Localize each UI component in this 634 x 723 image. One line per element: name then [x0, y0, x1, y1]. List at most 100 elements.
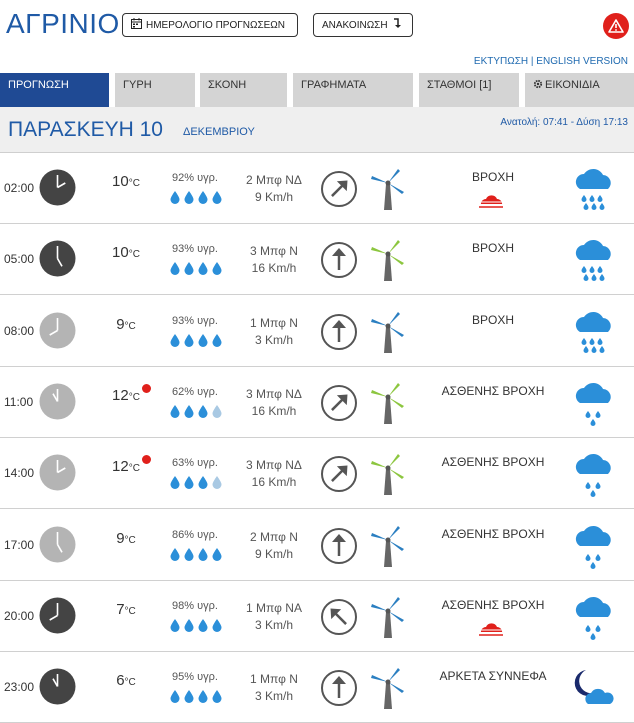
city-title: ΑΓΡΙΝΙΟ: [6, 8, 120, 39]
humidity-drops: [168, 190, 224, 204]
forecast-row: 14:00 12°C 63% υγρ. 3 Μπφ ΝΔ 16 Km/h ΑΣΘΕ…: [0, 438, 634, 510]
humidity-drop-icon: [211, 547, 223, 561]
temperature-unit: °C: [128, 178, 140, 189]
link-separator: |: [530, 56, 534, 67]
forecast-row: 20:00 7°C 98% υγρ. 1 Μπφ ΝΑ 3 Km/h ΑΣΘΕΝΗ…: [0, 581, 634, 652]
announcement-button-label: ΑΝΑΚΟΙΝΩΣΗ: [322, 19, 388, 31]
humidity: 63% υγρ.: [163, 457, 227, 469]
humidity-value: 95: [172, 671, 185, 684]
wind-beaufort: 3 Μπφ ΝΔ: [246, 386, 302, 401]
tab-pollen[interactable]: ΓΥΡΗ: [115, 73, 195, 107]
humidity-value: 98: [172, 599, 185, 612]
humidity-drop-icon: [183, 689, 195, 704]
forecast-calendar-button[interactable]: ΗΜΕΡΟΛΟΓΙΟ ΠΡΟΓΝΩΣΕΩΝ: [122, 13, 298, 37]
temperature-unit: °C: [124, 320, 136, 332]
wind: 3 Μπφ ΝΔ 16 Km/h: [232, 386, 316, 420]
humidity-drop-icon: [169, 689, 181, 704]
tab-stations[interactable]: ΣΤΑΘΜΟΙ [1]: [419, 73, 519, 107]
temperature-unit: °C: [128, 249, 140, 261]
humidity-drop-icon: [169, 333, 181, 347]
humidity-drop-icon: [197, 261, 209, 276]
humidity: 98% υγρ.: [163, 600, 227, 612]
temperature: 10°C: [96, 244, 156, 261]
wind: 3 Μπφ ΝΔ 16 Km/h: [232, 457, 316, 491]
tab-icons[interactable]: ΕΙΚΟΝΙΔΙΑ: [525, 73, 634, 107]
humidity-drops: [168, 404, 224, 418]
humidity-drops: [168, 618, 224, 632]
humidity-drop-icon: [183, 618, 195, 632]
temperature-value: 12: [112, 386, 129, 404]
humidity-drop-icon: [183, 404, 195, 418]
humidity-drops: [168, 475, 224, 490]
wind-direction-arrow-icon: [320, 669, 358, 707]
tab-dust[interactable]: ΣΚΟΝΗ: [200, 73, 287, 107]
humidity-value: 62: [172, 385, 185, 398]
wind-direction-arrow-icon: [320, 527, 358, 565]
fog-warning-icon: [477, 623, 505, 637]
humidity-drops: [168, 547, 224, 561]
humidity-drop-icon: [211, 333, 223, 347]
clock-icon: [39, 169, 76, 206]
wind-speed: 3 Km/h: [254, 689, 293, 704]
english-version-link[interactable]: ENGLISH VERSION: [536, 56, 628, 67]
temperature-value: 9: [116, 529, 125, 547]
temperature-alert-dot: [142, 383, 151, 393]
humidity-drop-icon: [211, 261, 223, 276]
humidity-drop-icon: [211, 689, 223, 704]
day-header: ΠΑΡΑΣΚΕΥΗ 10 ΔΕΚΕΜΒΡΙΟΥ Ανατολή: 07:41 -…: [0, 107, 634, 153]
wind-beaufort: 1 Μπφ Ν: [250, 315, 298, 330]
calendar-button-label: ΗΜΕΡΟΛΟΓΙΟ ΠΡΟΓΝΩΣΕΩΝ: [146, 19, 286, 31]
wind-beaufort: 2 Μπφ ΝΔ: [246, 173, 302, 187]
humidity: 92% υγρ.: [163, 172, 227, 184]
humidity-drops: [168, 689, 224, 704]
humidity-drop-icon: [197, 547, 209, 561]
wind-direction-arrow-icon: [320, 313, 358, 351]
clock-icon: [39, 312, 76, 349]
forecast-row: 17:00 9°C 86% υγρ. 2 Μπφ Ν 9 Km/h ΑΣΘΕΝΗΣ…: [0, 510, 634, 581]
wind-turbine-icon: [368, 309, 408, 355]
wind-speed: 16 Km/h: [251, 475, 297, 490]
tab-forecast[interactable]: ΠΡΟΓΝΩΣΗ: [0, 73, 109, 107]
announcement-button[interactable]: ΑΝΑΚΟΙΝΩΣΗ: [313, 13, 413, 37]
temperature-value: 10: [112, 173, 129, 190]
warning-icon[interactable]: [603, 13, 629, 39]
wind: 1 Μπφ Ν 3 Km/h: [232, 671, 316, 705]
humidity-drops: [168, 333, 224, 347]
wind-direction-arrow-icon: [320, 384, 358, 422]
humidity-suffix: % υγρ.: [184, 385, 218, 398]
wind-speed: 9 Km/h: [254, 190, 293, 204]
tab-icons-label: ΕΙΚΟΝΙΔΙΑ: [545, 79, 600, 91]
forecast-row: 08:00 9°C 93% υγρ. 1 Μπφ Ν 3 Km/h ΒΡΟΧΗ: [0, 296, 634, 367]
wind-turbine-icon: [368, 380, 408, 426]
rain-icon: [570, 165, 616, 213]
weather-condition: ΑΣΘΕΝΗΣ ΒΡΟΧΗ: [441, 455, 545, 470]
wind-beaufort: 1 Μπφ Ν: [250, 672, 298, 687]
rain-icon: [570, 236, 616, 284]
humidity-suffix: % υγρ.: [184, 314, 218, 327]
weather-condition: ΑΣΘΕΝΗΣ ΒΡΟΧΗ: [441, 526, 545, 541]
humidity-suffix: % υγρ.: [184, 528, 218, 541]
forecast-time: 23:00: [4, 680, 35, 695]
light-rain-icon: [570, 379, 616, 427]
humidity-suffix: % υγρ.: [184, 671, 218, 684]
humidity-drop-icon: [197, 190, 209, 204]
print-link[interactable]: ΕΚΤΥΠΩΣΗ: [474, 56, 528, 67]
forecast-time: 02:00: [4, 181, 35, 195]
humidity-suffix: % υγρ.: [184, 172, 218, 184]
turn-arrow-icon: [392, 18, 401, 32]
humidity-drop-icon: [183, 547, 195, 561]
humidity-drop-icon: [197, 404, 209, 418]
wind-turbine-icon: [368, 451, 408, 497]
humidity-drop-icon: [197, 333, 209, 347]
humidity: 86% υγρ.: [163, 529, 227, 541]
forecast-time: 05:00: [4, 252, 35, 267]
temperature-unit: °C: [124, 677, 136, 689]
weather-condition: ΒΡΟΧΗ: [471, 241, 514, 256]
weather-condition: ΒΡΟΧΗ: [471, 170, 514, 184]
tab-charts[interactable]: ΓΡΑΦΗΜΑΤΑ: [293, 73, 413, 107]
humidity: 93% υγρ.: [163, 315, 227, 327]
humidity: 93% υγρ.: [163, 243, 227, 255]
humidity-suffix: % υγρ.: [184, 599, 218, 612]
wind-beaufort: 3 Μπφ ΝΔ: [246, 458, 302, 473]
temperature-value: 9: [116, 315, 125, 333]
